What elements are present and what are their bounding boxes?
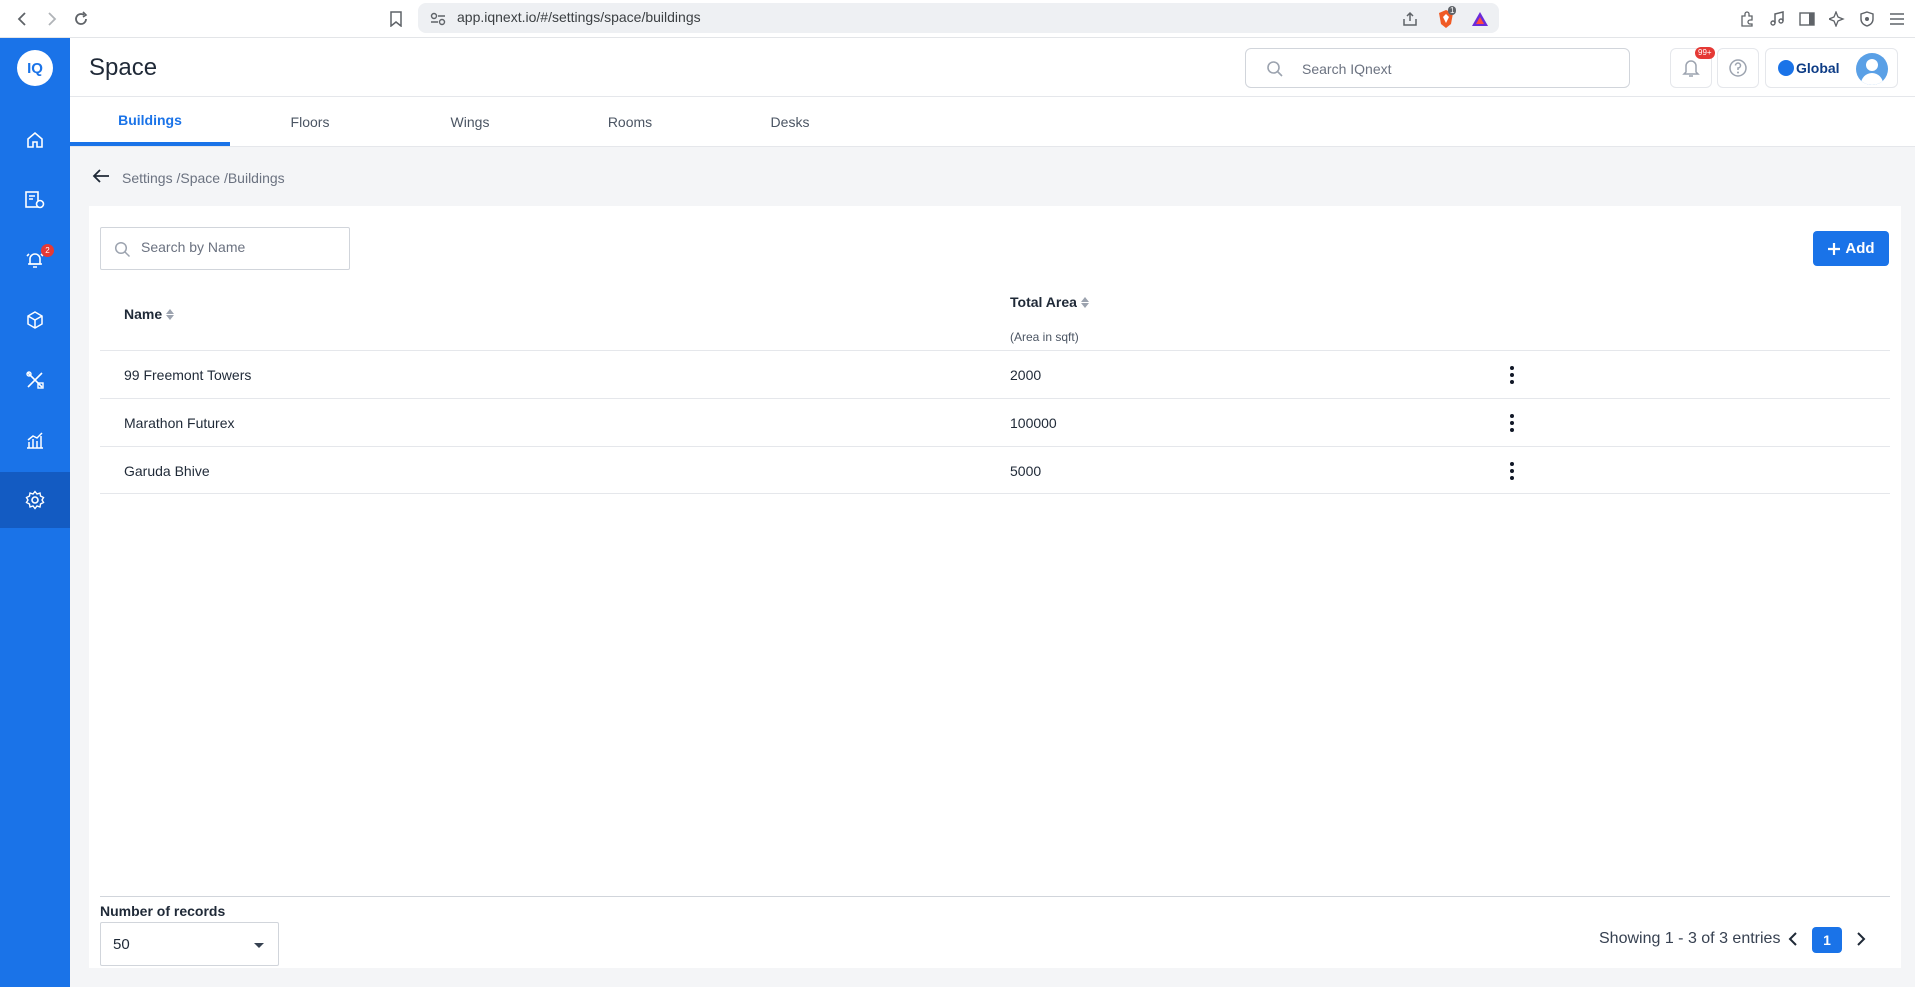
tools-icon	[26, 371, 44, 389]
sidebar-item-inventory[interactable]	[0, 292, 70, 348]
back-arrow-icon[interactable]	[92, 168, 110, 189]
column-header-name[interactable]: Name	[124, 306, 175, 322]
tab-buildings[interactable]: Buildings	[70, 97, 230, 146]
records-label: Number of records	[100, 903, 226, 919]
document-gear-icon	[25, 191, 45, 209]
brand-name: Global	[1796, 60, 1840, 76]
app-header: Space Search IQnext 99+ Global	[70, 38, 1915, 97]
cell-name: 99 Freemont Towers	[124, 367, 252, 383]
sort-icon[interactable]	[1080, 296, 1089, 308]
vpn-shield-icon[interactable]	[1855, 7, 1879, 31]
help-button[interactable]	[1717, 48, 1759, 88]
records-per-page-select[interactable]: 50	[100, 922, 279, 966]
sidebar-item-assets-settings[interactable]	[0, 172, 70, 228]
sort-icon[interactable]	[166, 308, 175, 320]
column-header-total-area[interactable]: Total Area	[1010, 294, 1089, 310]
divider	[100, 350, 1890, 351]
profile-menu[interactable]: Global	[1765, 48, 1898, 88]
tab-rooms[interactable]: Rooms	[550, 97, 710, 146]
notifications-button[interactable]: 99+	[1670, 47, 1715, 88]
caret-down-icon	[254, 943, 264, 948]
next-page-icon[interactable]	[1852, 928, 1870, 950]
leo-ai-icon[interactable]	[1825, 7, 1849, 31]
browser-toolbar: app.iqnext.io/#/settings/space/buildings…	[0, 0, 1915, 38]
search-icon	[1267, 61, 1283, 77]
gear-icon	[25, 490, 45, 510]
pagination-summary: Showing 1 - 3 of 3 entries	[1599, 930, 1781, 947]
help-icon	[1729, 59, 1747, 77]
reload-icon[interactable]	[68, 6, 94, 32]
row-actions-icon[interactable]	[1502, 363, 1522, 387]
globe-icon	[1778, 60, 1794, 76]
avatar[interactable]	[1856, 53, 1888, 85]
site-settings-icon[interactable]	[426, 7, 450, 31]
buildings-card: Add Name Total Area (Area in sqft) 99 Fr…	[89, 206, 1901, 968]
cell-name: Marathon Futurex	[124, 415, 235, 431]
global-search-placeholder: Search IQnext	[1302, 61, 1392, 77]
sidebar-item-alerts[interactable]: 2	[0, 232, 70, 288]
shield-count-badge: 1	[1448, 6, 1457, 15]
sidebar-item-settings[interactable]	[0, 472, 70, 528]
search-icon	[114, 241, 131, 258]
plus-icon	[1828, 242, 1841, 255]
cube-icon	[27, 311, 43, 329]
tab-desks[interactable]: Desks	[710, 97, 870, 146]
add-building-button[interactable]: Add	[1813, 231, 1889, 266]
home-icon	[27, 131, 43, 148]
cell-name: Garuda Bhive	[124, 463, 210, 479]
search-by-name-field[interactable]	[100, 227, 350, 270]
share-icon[interactable]	[1398, 7, 1422, 31]
global-search-input[interactable]: Search IQnext	[1245, 48, 1630, 88]
column-total-area-label: Total Area	[1010, 294, 1077, 310]
row-actions-icon[interactable]	[1502, 459, 1522, 483]
sidebar: IQ 2	[0, 38, 70, 987]
cell-area: 2000	[1010, 367, 1042, 383]
divider	[100, 493, 1890, 494]
cell-area: 5000	[1010, 463, 1042, 479]
url-text[interactable]: app.iqnext.io/#/settings/space/buildings	[457, 9, 701, 25]
app-logo[interactable]: IQ	[17, 50, 53, 86]
sidebar-item-maintenance[interactable]	[0, 352, 70, 408]
divider	[100, 446, 1890, 447]
sidebar-item-analytics[interactable]	[0, 412, 70, 468]
tab-floors[interactable]: Floors	[230, 97, 390, 146]
chart-icon	[27, 432, 43, 449]
brave-rewards-icon[interactable]	[1468, 7, 1492, 31]
media-icon[interactable]	[1765, 7, 1789, 31]
search-by-name-input[interactable]	[141, 239, 341, 255]
sidebar-toggle-icon[interactable]	[1795, 7, 1819, 31]
bookmark-icon[interactable]	[384, 7, 408, 31]
add-button-label: Add	[1845, 240, 1875, 257]
tab-wings[interactable]: Wings	[390, 97, 550, 146]
row-actions-icon[interactable]	[1502, 411, 1522, 435]
prev-page-icon[interactable]	[1784, 928, 1802, 950]
forward-nav-icon[interactable]	[38, 6, 64, 32]
brand-logo: Global	[1778, 60, 1840, 76]
extensions-icon[interactable]	[1735, 7, 1759, 31]
alerts-count-badge: 2	[41, 244, 54, 257]
page-button-current[interactable]: 1	[1812, 927, 1842, 953]
footer-divider	[100, 896, 1890, 897]
breadcrumb: Settings /Space /Buildings	[122, 170, 285, 186]
page-title: Space	[89, 54, 158, 81]
cell-area: 100000	[1010, 415, 1057, 431]
column-name-label: Name	[124, 306, 163, 322]
menu-icon[interactable]	[1885, 7, 1909, 31]
records-value: 50	[113, 936, 130, 953]
notification-count-badge: 99+	[1695, 47, 1715, 59]
back-nav-icon[interactable]	[10, 6, 36, 32]
column-total-area-unit: (Area in sqft)	[1010, 330, 1079, 344]
divider	[100, 398, 1890, 399]
brave-shield-icon[interactable]: 1	[1434, 6, 1458, 31]
sidebar-item-home[interactable]	[0, 112, 70, 168]
bell-icon	[1682, 60, 1700, 77]
space-tabs: Buildings Floors Wings Rooms Desks	[70, 97, 1915, 147]
